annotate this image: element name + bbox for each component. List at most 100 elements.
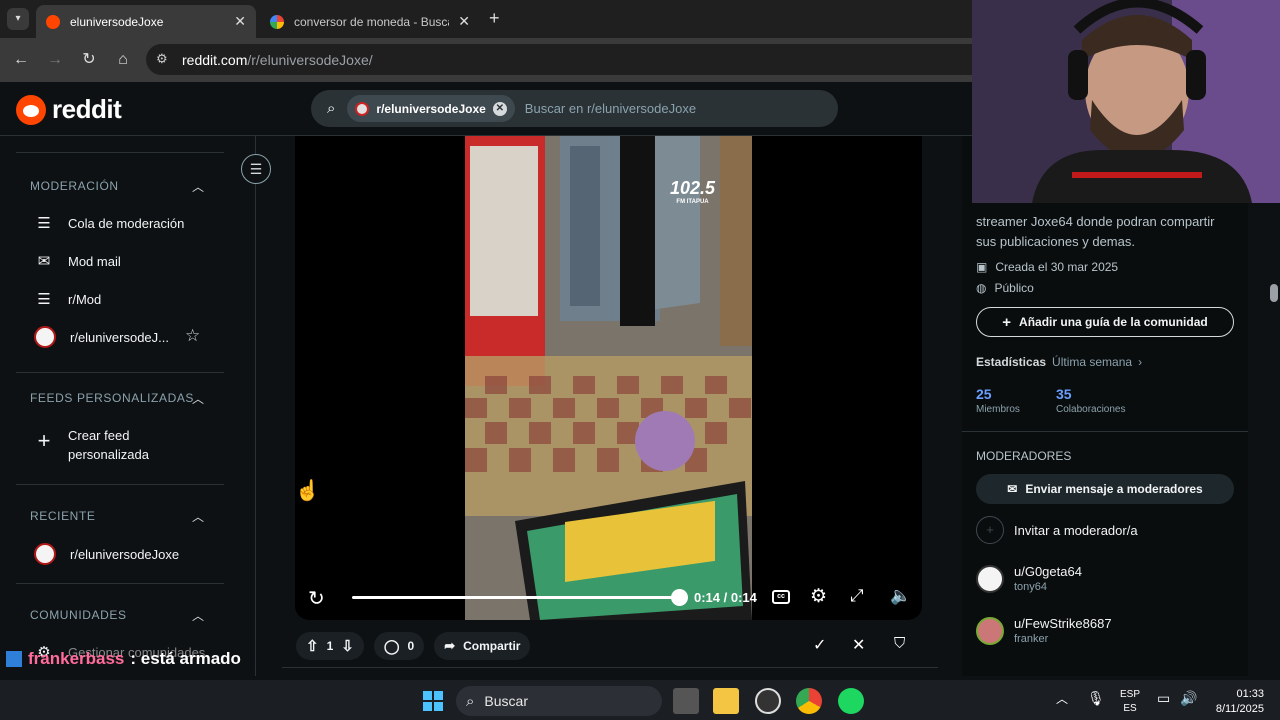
search-icon: ⌕ bbox=[466, 692, 475, 710]
fullscreen-icon[interactable]: ⤢ bbox=[850, 586, 864, 606]
reddit-logo[interactable]: reddit bbox=[16, 94, 122, 125]
moderator-name: u/G0geta64 bbox=[1014, 564, 1082, 579]
url-path: /r/eluniversodeJoxe/ bbox=[247, 51, 373, 68]
sidebar-item-mod-mail[interactable]: ✉ Mod mail bbox=[34, 252, 121, 270]
moderation-heading[interactable]: MODERACIÓN bbox=[30, 179, 119, 193]
comment-count: 0 bbox=[407, 639, 415, 653]
search-input[interactable]: Buscar en r/eluniversodeJoxe bbox=[525, 101, 696, 116]
feeds-heading[interactable]: FEEDS PERSONALIZADAS bbox=[30, 391, 194, 405]
remove-icon[interactable]: ✕ bbox=[852, 635, 865, 655]
invite-mod-button[interactable]: + Invitar a moderador/a bbox=[976, 516, 1138, 544]
tab-eluniversodejoxe[interactable]: eluniversodeJoxe ✕ bbox=[36, 5, 256, 38]
moderator-text: u/G0geta64 tony64 bbox=[1014, 564, 1082, 593]
sidebar-item-rmod[interactable]: ☰ r/Mod bbox=[34, 290, 101, 308]
obs-icon[interactable] bbox=[755, 688, 781, 714]
community-search-chip[interactable]: r/eluniversodeJoxe ✕ bbox=[347, 95, 515, 122]
community-description: streamer Joxe64 donde podran compartir s… bbox=[976, 212, 1214, 252]
upvote-icon[interactable]: ⇧ bbox=[306, 637, 319, 655]
moderator-item[interactable]: u/G0geta64 tony64 bbox=[976, 564, 1082, 593]
taskbar-search[interactable]: ⌕ Buscar bbox=[456, 686, 662, 716]
scrollbar-thumb[interactable] bbox=[1270, 284, 1278, 302]
cake-icon: ▣ bbox=[976, 260, 988, 274]
start-tile bbox=[423, 691, 432, 700]
create-feed-button[interactable]: + Crear feed personalizada bbox=[34, 426, 149, 464]
search-icon: ⌕ bbox=[327, 100, 336, 117]
message-mods-label: Enviar mensaje a moderadores bbox=[1025, 482, 1203, 496]
clock-time: 01:33 bbox=[1236, 688, 1264, 700]
stats-header: Estadísticas Última semana › bbox=[976, 355, 1142, 369]
start-button[interactable] bbox=[420, 688, 446, 714]
collapse-sidebar-button[interactable]: ☰ bbox=[241, 154, 271, 184]
reload-icon[interactable]: ↻ bbox=[78, 49, 100, 71]
sidebar-item-mod-queue[interactable]: ☰ Cola de moderación bbox=[34, 214, 184, 232]
chevron-right-icon[interactable]: › bbox=[1138, 355, 1142, 369]
message-mods-button[interactable]: ✉ Enviar mensaje a moderadores bbox=[976, 474, 1234, 504]
moderator-item[interactable]: u/FewStrike8687 franker bbox=[976, 616, 1112, 645]
start-tile bbox=[434, 702, 443, 711]
start-tile bbox=[434, 691, 443, 700]
file-explorer-icon[interactable] bbox=[713, 688, 739, 714]
contributions-stat: 35 Colaboraciones bbox=[1056, 386, 1126, 415]
approve-icon[interactable]: ✓ bbox=[813, 635, 826, 655]
settings-gear-icon[interactable]: ⚙ bbox=[810, 585, 827, 608]
clear-chip-icon[interactable]: ✕ bbox=[492, 101, 507, 116]
sidebar-item-label: Mod mail bbox=[68, 253, 121, 269]
communities-heading[interactable]: COMUNIDADES bbox=[30, 608, 127, 622]
moderators-heading: MODERADORES bbox=[976, 449, 1072, 463]
input-language[interactable]: ESP ES bbox=[1120, 688, 1140, 716]
chat-text: : está armado bbox=[130, 649, 241, 668]
sidebar-item-community[interactable]: r/eluniversodeJ... bbox=[34, 326, 169, 348]
watermark-sub: FM ITAPUA bbox=[676, 199, 709, 205]
star-icon[interactable]: ☆ bbox=[185, 326, 200, 346]
chevron-up-icon[interactable]: ︿ bbox=[192, 607, 204, 624]
comment-icon: ◯ bbox=[383, 637, 400, 654]
recent-heading[interactable]: RECIENTE bbox=[30, 509, 95, 523]
volume-icon[interactable]: 🔈 bbox=[890, 586, 911, 606]
chevron-up-icon[interactable]: ︿ bbox=[192, 178, 204, 195]
clock[interactable]: 01:33 8/11/2025 bbox=[1206, 687, 1264, 717]
tab-conversor[interactable]: conversor de moneda - Buscar ✕ bbox=[260, 5, 480, 38]
video-progress-bar[interactable] bbox=[352, 596, 680, 599]
stats-period[interactable]: Última semana bbox=[1052, 355, 1132, 369]
spotify-icon[interactable] bbox=[838, 688, 864, 714]
plus-icon: + bbox=[37, 428, 51, 453]
captions-icon[interactable]: cc bbox=[772, 590, 790, 604]
community-search[interactable]: ⌕ r/eluniversodeJoxe ✕ Buscar en r/eluni… bbox=[311, 90, 838, 127]
visibility: ◍ Público bbox=[976, 281, 1034, 295]
replay-icon[interactable]: ↻ bbox=[308, 586, 325, 611]
sidebar-item-recent-community[interactable]: r/eluniversodeJoxe bbox=[34, 543, 179, 565]
back-icon[interactable]: ← bbox=[10, 49, 32, 71]
members-value: 25 bbox=[976, 386, 992, 402]
create-feed-line2: personalizada bbox=[68, 447, 149, 462]
chevron-up-icon[interactable]: ︿ bbox=[192, 508, 204, 525]
chevron-up-icon[interactable]: ︿ bbox=[192, 390, 204, 407]
comments-button[interactable]: ◯ 0 bbox=[373, 632, 425, 660]
network-icon[interactable]: ▭ bbox=[1157, 690, 1170, 707]
home-icon[interactable]: ⌂ bbox=[112, 49, 134, 71]
share-icon: ➦ bbox=[444, 638, 456, 653]
task-view-icon[interactable] bbox=[673, 688, 699, 714]
chrome-icon[interactable] bbox=[796, 688, 822, 714]
stream-chat-message: frankerbass : está armado bbox=[6, 649, 241, 669]
moderator-flair: franker bbox=[1014, 633, 1049, 645]
downvote-icon[interactable]: ⇩ bbox=[341, 637, 354, 655]
tray-overflow-icon[interactable]: ︿ bbox=[1056, 690, 1068, 707]
tab-close-icon[interactable]: ✕ bbox=[234, 13, 246, 30]
progress-handle[interactable] bbox=[671, 589, 688, 606]
site-info-icon[interactable]: ⚙ bbox=[156, 51, 168, 67]
sidebar-item-label: r/Mod bbox=[68, 291, 102, 307]
video-scene bbox=[465, 136, 752, 620]
page-scrollbar[interactable] bbox=[1266, 136, 1280, 676]
address-bar[interactable]: ⚙ reddit.com/r/eluniversodeJoxe/ bbox=[146, 44, 972, 75]
share-button[interactable]: ➦ Compartir bbox=[434, 632, 531, 660]
new-tab-button[interactable]: + bbox=[489, 8, 500, 29]
mod-shield-icon[interactable]: ⛉ bbox=[894, 635, 905, 652]
forward-icon[interactable]: → bbox=[44, 49, 66, 71]
tab-close-icon[interactable]: ✕ bbox=[458, 13, 470, 30]
add-community-guide-button[interactable]: + Añadir una guía de la comunidad bbox=[976, 307, 1234, 337]
speaker-icon[interactable]: 🔊 bbox=[1180, 690, 1197, 707]
contrib-label: Colaboraciones bbox=[1056, 404, 1126, 415]
sidebar-item-label: r/eluniversodeJoxe bbox=[70, 546, 180, 562]
tab-search-button[interactable]: ▾ bbox=[7, 8, 29, 30]
microphone-icon[interactable]: 🎙 bbox=[1087, 690, 1105, 707]
